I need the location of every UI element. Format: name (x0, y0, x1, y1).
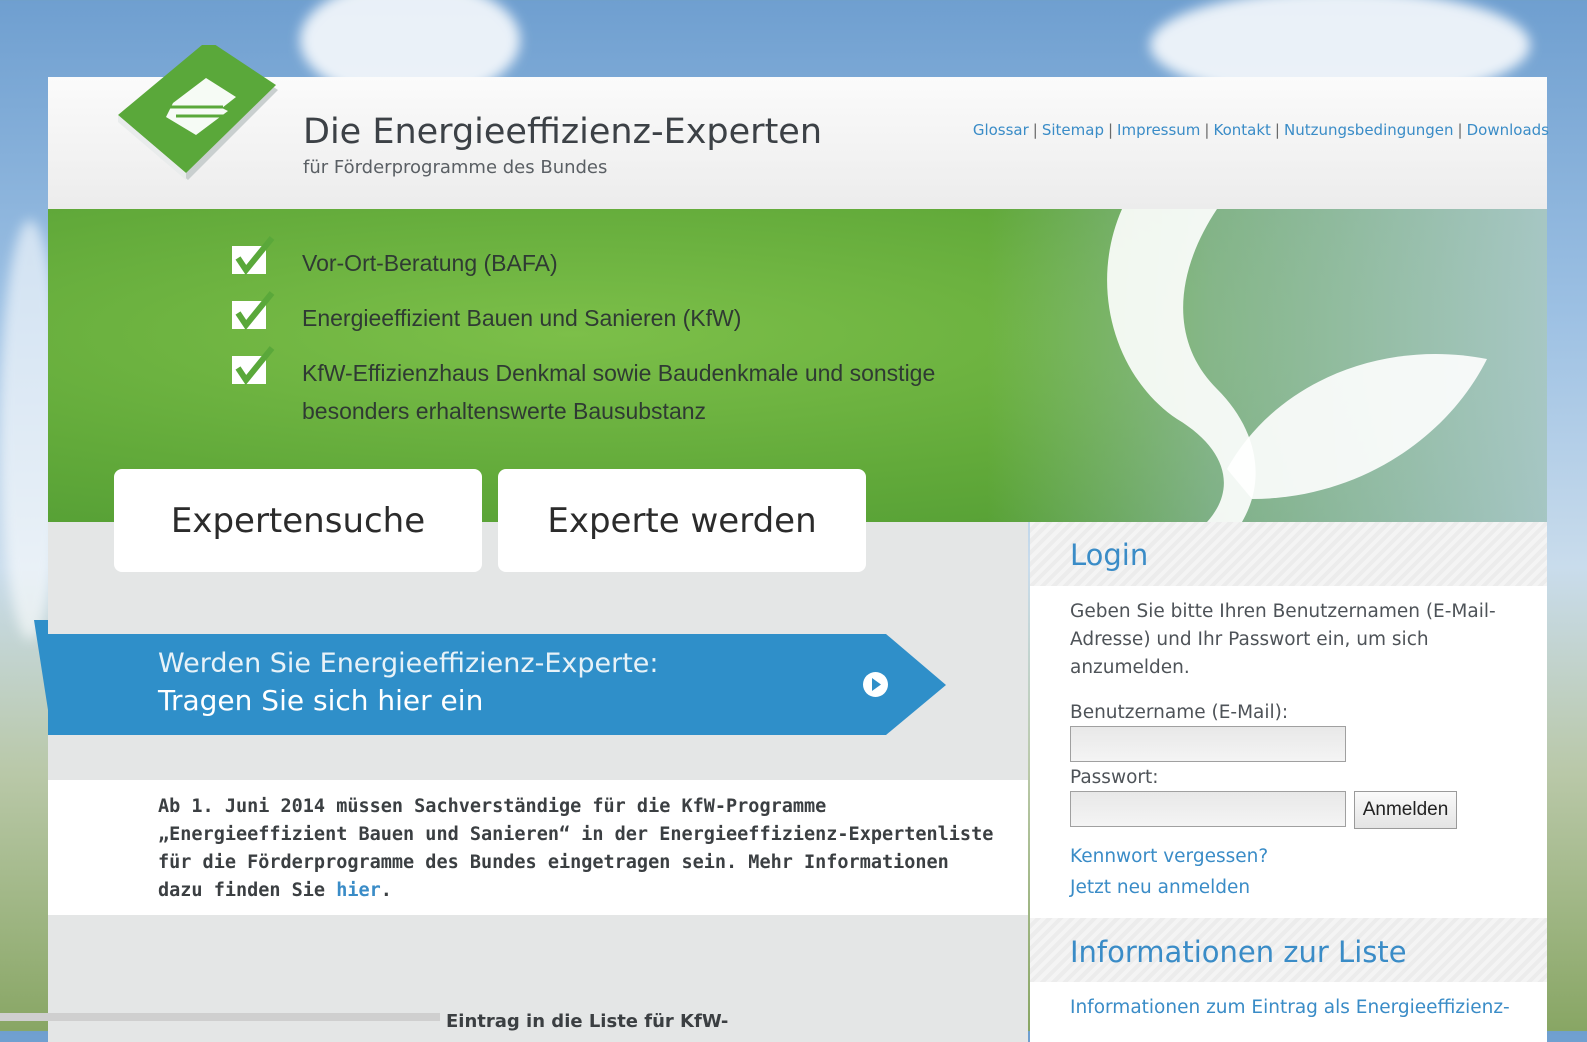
nav-link-nutzungsbedingungen[interactable]: Nutzungsbedingungen (1284, 121, 1454, 139)
info-link[interactable]: Informationen zum Eintrag als Energieeff… (1070, 997, 1510, 1018)
cta-heading[interactable]: Werden Sie Energieeffizienz-Experte: (158, 648, 659, 679)
horizontal-scrollbar[interactable] (0, 1013, 440, 1021)
login-intro-line: Geben Sie bitte Ihren Benutzernamen (E-M… (1070, 601, 1496, 622)
info-title: Informationen zur Liste (1070, 935, 1407, 969)
banner-list-item: Energieeffizient Bauen und Sanieren (KfW… (232, 291, 742, 337)
section-heading-partial: Eintrag in die Liste für KfW- (446, 1011, 729, 1032)
login-intro-line: Adresse) und Ihr Passwort ein, um sich (1070, 629, 1429, 650)
banner-list-item: KfW-Effizienzhaus Denkmal sowie Baudenkm… (232, 346, 935, 430)
login-button[interactable]: Anmelden (1354, 791, 1457, 829)
login-title: Login (1070, 538, 1149, 572)
banner-list-text: KfW-Effizienzhaus Denkmal sowie Baudenkm… (302, 354, 935, 430)
checkmark-icon (232, 291, 275, 331)
notice-body: Ab 1. Juni 2014 müssen Sachverständige f… (158, 796, 994, 901)
tab-experte-werden[interactable]: Experte werden (498, 469, 866, 572)
username-label: Benutzername (E-Mail): (1070, 702, 1289, 723)
arrow-right-icon[interactable] (863, 672, 888, 697)
leaf-icon (1107, 209, 1487, 522)
nav-separator: | (1032, 121, 1038, 139)
banner-list-text: Vor-Ort-Beratung (BAFA) (302, 250, 558, 276)
login-intro-line: anzumelden. (1070, 657, 1190, 678)
notice-link-hier[interactable]: hier (336, 880, 381, 901)
password-input[interactable] (1070, 791, 1346, 827)
password-label: Passwort: (1070, 767, 1159, 788)
notice-end: . (380, 880, 392, 901)
nav-link-sitemap[interactable]: Sitemap (1042, 121, 1104, 139)
username-input[interactable] (1070, 726, 1346, 762)
nav-separator: | (1274, 121, 1280, 139)
checkmark-icon (232, 236, 275, 276)
banner-list-item: Vor-Ort-Beratung (BAFA) (232, 236, 558, 282)
nav-link-kontakt[interactable]: Kontakt (1213, 121, 1270, 139)
login-intro: Geben Sie bitte Ihren Benutzernamen (E-M… (1070, 598, 1496, 682)
nav-link-downloads[interactable]: Downloads (1467, 121, 1549, 139)
forgot-password-link[interactable]: Kennwort vergessen? (1070, 846, 1268, 867)
banner-list-line: KfW-Effizienzhaus Denkmal sowie Baudenkm… (302, 360, 936, 386)
cta-link[interactable]: Tragen Sie sich hier ein (158, 684, 483, 717)
nav-separator: | (1107, 121, 1114, 139)
site-title: Die Energieeffizienz-Experten (303, 112, 823, 152)
nav-separator: | (1457, 121, 1463, 139)
notice-text: Ab 1. Juni 2014 müssen Sachverständige f… (158, 793, 998, 905)
banner-list-line: besonders erhaltenswerte Bausubstanz (302, 398, 707, 424)
register-link[interactable]: Jetzt neu anmelden (1070, 877, 1250, 898)
nav-link-glossar[interactable]: Glossar (973, 121, 1029, 139)
tab-expertensuche[interactable]: Expertensuche (114, 469, 482, 572)
checkmark-icon (232, 346, 275, 386)
nav-separator: | (1204, 121, 1210, 139)
logo-icon[interactable] (118, 45, 278, 180)
banner-list-text: Energieeffizient Bauen und Sanieren (KfW… (302, 305, 742, 331)
top-navigation: Glossar | Sitemap | Impressum | Kontakt | Nutzun… (973, 121, 1549, 139)
site-subtitle: für Förderprogramme des Bundes (303, 157, 608, 178)
nav-link-impressum[interactable]: Impressum (1117, 121, 1200, 139)
